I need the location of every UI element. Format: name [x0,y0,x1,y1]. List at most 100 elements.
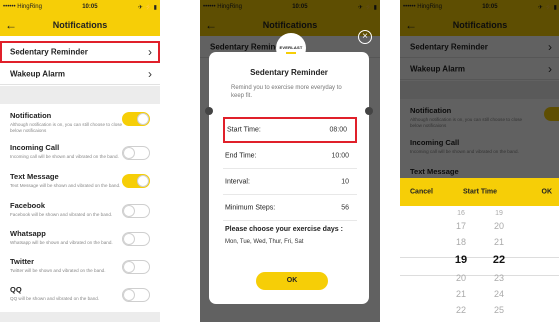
hour-option[interactable]: 20 [446,270,476,286]
carrier-label: •••••• HingRing [3,4,42,10]
modal-notch-left [205,107,213,115]
time-picker-wheel[interactable]: 16 17 18 19 20 21 22 19 20 21 22 23 24 2… [400,206,559,322]
hour-option[interactable]: 21 [446,286,476,302]
toggle-knob [123,233,135,245]
toggle-knob [123,205,135,217]
toggle-knob [137,175,149,187]
incoming-call-toggle[interactable] [122,146,150,160]
toggle-description: Facebook will be shown and vibrated on t… [10,212,113,217]
toggle-row-facebook: Facebook Facebook will be shown and vibr… [0,198,160,223]
minute-option[interactable]: 20 [484,218,514,234]
toggle-knob [123,261,135,273]
picker-title: Start Time [462,188,498,196]
minimum-steps-value: 56 [341,204,349,211]
toggle-row-whatsapp: Whatsapp Whatsapp will be shown and vibr… [0,226,160,251]
minute-column[interactable]: 19 20 21 22 23 24 25 [484,210,514,318]
status-bar: •••••• HingRing 10:05 ✈ ⚡ ▮ [0,0,160,14]
hour-option[interactable]: 22 [446,302,476,318]
nav-bar: ← Notifications [0,14,160,36]
toggle-label: Incoming Call [10,143,60,152]
toggle-label: Twitter [10,257,35,266]
back-arrow-icon[interactable]: ← [5,14,17,36]
start-time-label: Start Time: [227,126,261,134]
clock-label: 10:05 [82,4,98,10]
wakeup-alarm-row[interactable]: Wakeup Alarm › [0,63,160,85]
end-time-label: End Time: [225,152,257,159]
toggle-row-notification: Notification Although notification is on… [0,108,160,136]
toggle-description: QQ will be shown and vibrated on the ban… [10,296,100,301]
modal-title: Sedentary Reminder [250,68,328,77]
facebook-toggle[interactable] [122,204,150,218]
minimum-steps-row[interactable]: Minimum Steps: 56 [223,195,357,221]
toggle-label: QQ [10,285,22,294]
toggle-knob [123,147,135,159]
toggle-label: Text Message [10,172,59,181]
sedentary-reminder-modal: Sedentary Reminder Remind you to exercis… [205,52,373,304]
text-message-toggle[interactable] [122,174,150,188]
logo-text: EVERLAST [279,45,303,50]
exercise-days-list[interactable]: Mon, Tue, Wed, Thur, Fri, Sat [225,239,303,245]
toggle-row-text-message: Text Message Text Message will be shown … [0,169,160,194]
hour-option[interactable]: 18 [446,234,476,250]
everlast-logo: EVERLAST [276,33,306,63]
qq-toggle[interactable] [122,288,150,302]
modal-description: Remind you to exercise more everyday to … [231,85,342,99]
cancel-button[interactable]: Cancel [410,189,433,196]
logo-bar [286,52,296,54]
toggle-row-qq: QQ QQ will be shown and vibrated on the … [0,282,160,307]
start-time-picker-screen: •••••• HingRing 10:05 ✈ ⚡ ▮ ← Notificati… [400,0,559,322]
hour-option[interactable]: 16 [446,210,476,218]
toggle-label: Notification [10,111,52,120]
toggle-description: Whatsapp will be shown and vibrated on t… [10,240,113,245]
toggle-label: Whatsapp [10,229,46,238]
minute-option[interactable]: 23 [484,270,514,286]
toggle-description: Incoming call will be shown and vibrated… [10,154,119,159]
minute-selected[interactable]: 22 [484,250,514,270]
sedentary-reminder-label: Sedentary Reminder [10,47,88,56]
hour-option[interactable]: 17 [446,218,476,234]
toggle-description: Although notification is on, you can sti… [10,122,123,133]
toggle-description: Twitter will be shown and vibrated on th… [10,268,106,273]
notifications-screen: •••••• HingRing 10:05 ✈ ⚡ ▮ ← Notificati… [0,0,160,322]
minimum-steps-label: Minimum Steps: [225,204,276,211]
section-divider [0,86,160,104]
end-time-row[interactable]: End Time: 10:00 [223,143,357,169]
picker-header: Cancel Start Time OK [400,178,559,206]
hour-selected[interactable]: 19 [446,250,476,270]
modal-notch-right [365,107,373,115]
toggle-row-twitter: Twitter Twitter will be shown and vibrat… [0,254,160,279]
status-icons: ✈ ⚡ ▮ [137,4,157,11]
whatsapp-toggle[interactable] [122,232,150,246]
ok-button[interactable]: OK [256,272,328,290]
toggle-knob [137,113,149,125]
notification-toggle[interactable] [122,112,150,126]
sedentary-reminder-row[interactable]: Sedentary Reminder › [0,41,160,63]
sedentary-reminder-dialog-screen: •••••• HingRing 10:05 ✈ ⚡ ▮ ← Notificati… [200,0,380,322]
selection-line-bottom [400,275,559,276]
start-time-row[interactable]: Start Time: 08:00 [223,117,357,143]
picker-ok-button[interactable]: OK [542,189,553,196]
bottom-divider [0,312,160,322]
minute-option[interactable]: 24 [484,286,514,302]
exercise-days-heading: Please choose your exercise days : [225,226,343,233]
page-title: Notifications [52,20,108,30]
start-time-value: 08:00 [329,126,347,134]
minute-option[interactable]: 21 [484,234,514,250]
end-time-value: 10:00 [331,152,349,159]
toggle-knob [123,289,135,301]
toggle-label: Facebook [10,201,46,210]
selection-line-top [400,257,559,258]
close-icon[interactable]: × [358,30,372,44]
interval-row[interactable]: Interval: 10 [223,169,357,195]
wakeup-alarm-label: Wakeup Alarm [10,69,65,78]
toggle-description: Text Message will be shown and vibrated … [10,183,121,188]
toggle-row-incoming-call: Incoming Call Incoming call will be show… [0,140,160,165]
interval-label: Interval: [225,178,250,185]
chevron-right-icon: › [148,66,152,81]
minute-option[interactable]: 25 [484,302,514,318]
interval-value: 10 [341,178,349,185]
chevron-right-icon: › [148,44,152,59]
hour-column[interactable]: 16 17 18 19 20 21 22 [446,210,476,318]
twitter-toggle[interactable] [122,260,150,274]
minute-option[interactable]: 19 [484,210,514,218]
